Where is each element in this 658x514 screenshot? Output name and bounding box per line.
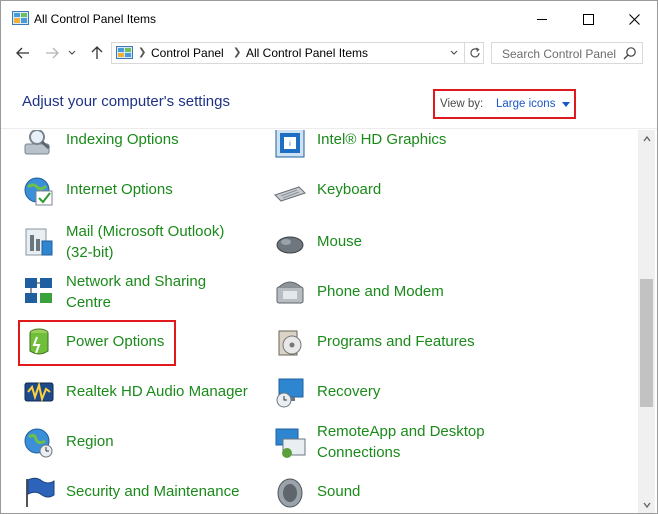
control-panel-icon <box>116 46 133 59</box>
item-label-line1: RemoteApp and Desktop <box>317 423 485 440</box>
scroll-down-icon <box>642 502 651 508</box>
item-label: Realtek HD Audio Manager <box>66 383 248 400</box>
title-bar: All Control Panel Items <box>1 1 657 37</box>
item-label-line1: Network and Sharing <box>66 273 207 290</box>
view-by-selector[interactable]: View by: Large icons <box>433 89 576 119</box>
security-maintenance-icon <box>26 477 55 507</box>
caret-down-icon[interactable] <box>562 102 570 107</box>
item-label: Indexing Options <box>66 131 179 148</box>
arrow-right-icon <box>46 47 59 59</box>
programs-features-icon <box>278 330 302 356</box>
close-button[interactable] <box>611 1 657 37</box>
realtek-audio-icon <box>24 381 54 403</box>
item-label-line2: Centre <box>66 294 112 311</box>
breadcrumb-separator-icon: ❯ <box>138 47 147 58</box>
control-panel-icon <box>12 11 29 25</box>
item-label: Programs and Features <box>317 333 475 350</box>
item-label-line1: Mail (Microsoft Outlook) <box>66 223 225 240</box>
chevron-down-icon <box>68 50 76 55</box>
indexing-options-icon <box>24 130 50 155</box>
up-button[interactable] <box>86 41 108 65</box>
arrow-left-icon <box>16 47 29 59</box>
control-panel-window: All Control Panel Items ❯ Control Panel … <box>0 0 658 514</box>
mouse-icon <box>276 236 304 254</box>
control-panel-items: Indexing Options Internet Options Mail (… <box>1 130 639 513</box>
refresh-button[interactable] <box>464 43 484 63</box>
item-label: Phone and Modem <box>317 283 444 300</box>
item-label: Internet Options <box>66 181 173 198</box>
recovery-icon <box>276 378 304 408</box>
network-sharing-icon <box>25 278 52 303</box>
search-icon[interactable] <box>623 46 637 60</box>
content-header: Adjust your computer's settings View by:… <box>1 71 657 129</box>
internet-options-icon <box>24 177 53 206</box>
address-bar[interactable]: ❯ Control Panel ❯ All Control Panel Item… <box>111 42 484 64</box>
svg-text:i: i <box>289 140 291 148</box>
page-title: Adjust your computer's settings <box>22 93 230 110</box>
scroll-up-icon <box>642 135 651 141</box>
minimize-icon <box>536 18 547 20</box>
intel-graphics-icon: i <box>275 130 305 158</box>
item-label: Intel® HD Graphics <box>317 131 447 148</box>
item-label-line2: (32-bit) <box>66 244 114 261</box>
chevron-down-icon <box>450 50 458 55</box>
view-by-label: View by: <box>440 98 484 110</box>
back-button[interactable] <box>12 41 34 65</box>
search-placeholder: Search Control Panel <box>502 47 617 61</box>
item-label: Security and Maintenance <box>66 483 240 500</box>
breadcrumb-control-panel[interactable]: Control Panel <box>151 46 224 60</box>
power-options-highlight <box>18 320 176 366</box>
sound-icon <box>277 478 303 508</box>
item-label-line2: Connections <box>317 444 401 461</box>
window-title: All Control Panel Items <box>34 12 157 26</box>
recent-locations-button[interactable] <box>65 41 79 65</box>
minimize-button[interactable] <box>519 1 565 37</box>
maximize-button[interactable] <box>565 1 611 37</box>
scroll-up-button[interactable] <box>638 130 655 147</box>
phone-modem-icon <box>276 281 304 304</box>
item-label: Keyboard <box>317 181 382 198</box>
breadcrumb-separator-icon: ❯ <box>233 47 242 58</box>
arrow-up-icon <box>91 46 103 59</box>
refresh-icon <box>469 47 480 58</box>
vertical-scrollbar[interactable] <box>638 130 655 513</box>
forward-button[interactable] <box>41 41 63 65</box>
view-by-value[interactable]: Large icons <box>496 98 555 110</box>
item-label: Sound <box>317 483 361 500</box>
scrollbar-thumb[interactable] <box>640 279 653 407</box>
region-icon <box>24 428 53 458</box>
item-label: Region <box>66 433 114 450</box>
maximize-icon <box>582 13 594 25</box>
breadcrumb-all-items[interactable]: All Control Panel Items <box>246 46 368 60</box>
address-dropdown-button[interactable] <box>446 43 462 63</box>
navigation-bar: ❯ Control Panel ❯ All Control Panel Item… <box>1 37 657 69</box>
mail-icon <box>25 228 53 256</box>
search-input[interactable]: Search Control Panel <box>491 42 643 64</box>
scroll-down-button[interactable] <box>638 496 655 513</box>
item-label: Mouse <box>317 233 363 250</box>
remoteapp-icon <box>275 428 306 458</box>
keyboard-icon <box>274 186 306 202</box>
item-label: Recovery <box>317 383 381 400</box>
close-icon <box>628 13 640 25</box>
